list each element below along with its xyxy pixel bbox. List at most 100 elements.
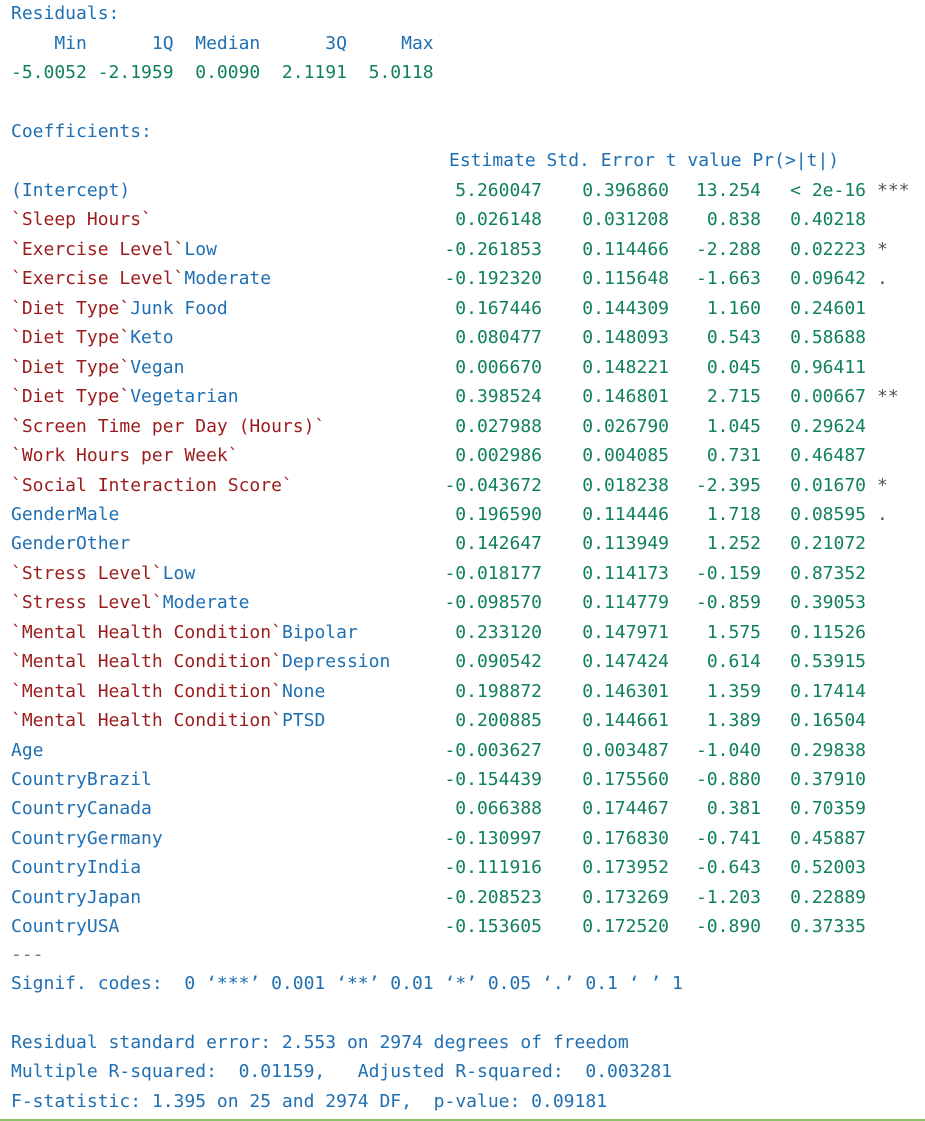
coefficient-std-error: 0.174467 bbox=[582, 798, 669, 819]
coefficient-t-value: 2.715 bbox=[706, 386, 761, 407]
coefficient-std-error: 0.144309 bbox=[582, 298, 669, 319]
coefficient-term: `Mental Health Condition`None bbox=[11, 681, 326, 702]
coefficient-t-value: -0.880 bbox=[695, 769, 761, 790]
coefficient-t-value: -0.859 bbox=[695, 592, 761, 613]
coefficient-estimate: 0.142647 bbox=[455, 533, 542, 554]
coefficient-p-value: 0.24601 bbox=[790, 298, 866, 319]
coefficient-p-value: 0.39053 bbox=[790, 592, 866, 613]
coefficient-estimate: 0.090542 bbox=[455, 651, 542, 672]
coefficient-t-value: -1.040 bbox=[695, 740, 761, 761]
coefficient-p-value: 0.22889 bbox=[790, 887, 866, 908]
coefficient-estimate: -0.208523 bbox=[444, 887, 542, 908]
coefficient-p-value: 0.17414 bbox=[790, 681, 866, 702]
coefficient-p-value: 0.08595 bbox=[790, 504, 866, 525]
coefficient-t-value: -0.643 bbox=[695, 857, 761, 878]
coefficient-p-value: 0.21072 bbox=[790, 533, 866, 554]
coefficient-t-value: 1.252 bbox=[706, 533, 761, 554]
coefficient-p-value: 0.29624 bbox=[790, 416, 866, 437]
coefficient-estimate: 0.167446 bbox=[455, 298, 542, 319]
coefficient-t-value: 0.838 bbox=[706, 209, 761, 230]
coefficient-p-value: < 2e-16 bbox=[790, 180, 866, 201]
coefficient-signif: *** bbox=[877, 180, 910, 201]
coefficient-t-value: 0.381 bbox=[706, 798, 761, 819]
coefficient-std-error: 0.003487 bbox=[582, 740, 669, 761]
coefficient-estimate: -0.130997 bbox=[444, 828, 542, 849]
coefficient-term: GenderMale bbox=[11, 504, 120, 525]
coefficient-t-value: 0.045 bbox=[706, 357, 761, 378]
coefficient-term: (Intercept) bbox=[11, 180, 131, 201]
coefficient-term: CountryUSA bbox=[11, 916, 120, 937]
coefficient-std-error: 0.396860 bbox=[582, 180, 669, 201]
coefficients-header: Estimate Std. Error t value Pr(>|t|) bbox=[449, 150, 840, 171]
coefficient-t-value: 0.614 bbox=[706, 651, 761, 672]
coefficient-estimate: -0.018177 bbox=[444, 563, 542, 584]
coefficient-signif: * bbox=[877, 239, 888, 260]
coefficient-term: `Diet Type`Vegetarian bbox=[11, 386, 239, 407]
coefficient-term: `Work Hours per Week` bbox=[11, 445, 239, 466]
coefficient-estimate: 0.196590 bbox=[455, 504, 542, 525]
coefficient-term: `Diet Type`Keto bbox=[11, 327, 174, 348]
coefficient-std-error: 0.113949 bbox=[582, 533, 669, 554]
coefficient-p-value: 0.37910 bbox=[790, 769, 866, 790]
coefficient-std-error: 0.146301 bbox=[582, 681, 669, 702]
coefficient-t-value: 1.045 bbox=[706, 416, 761, 437]
coefficient-estimate: 0.066388 bbox=[455, 798, 542, 819]
coefficient-term: `Diet Type`Vegan bbox=[11, 357, 185, 378]
coefficient-estimate: 0.398524 bbox=[455, 386, 542, 407]
coefficient-t-value: 1.575 bbox=[706, 622, 761, 643]
coefficient-term: Age bbox=[11, 740, 44, 761]
coefficient-p-value: 0.37335 bbox=[790, 916, 866, 937]
coefficient-estimate: 5.260047 bbox=[455, 180, 542, 201]
coefficient-term: CountryIndia bbox=[11, 857, 142, 878]
coefficient-p-value: 0.29838 bbox=[790, 740, 866, 761]
coefficient-std-error: 0.026790 bbox=[582, 416, 669, 437]
coefficient-term: `Stress Level`Low bbox=[11, 563, 196, 584]
coefficient-term: CountryJapan bbox=[11, 887, 142, 908]
coefficient-p-value: 0.96411 bbox=[790, 357, 866, 378]
coefficient-t-value: -0.890 bbox=[695, 916, 761, 937]
coefficient-std-error: 0.114173 bbox=[582, 563, 669, 584]
coefficient-p-value: 0.45887 bbox=[790, 828, 866, 849]
coefficient-t-value: -1.203 bbox=[695, 887, 761, 908]
coefficient-std-error: 0.148093 bbox=[582, 327, 669, 348]
coefficient-term: `Diet Type`Junk Food bbox=[11, 298, 228, 319]
coefficient-term: CountryBrazil bbox=[11, 769, 152, 790]
coefficient-signif: ** bbox=[877, 386, 899, 407]
coefficient-estimate: -0.043672 bbox=[444, 475, 542, 496]
coefficient-t-value: 1.160 bbox=[706, 298, 761, 319]
coefficient-t-value: -0.741 bbox=[695, 828, 761, 849]
coefficients-title: Coefficients: bbox=[11, 121, 152, 142]
signif-codes: Signif. codes: 0 ‘***’ 0.001 ‘**’ 0.01 ‘… bbox=[11, 973, 683, 994]
coefficient-p-value: 0.11526 bbox=[790, 622, 866, 643]
coefficient-t-value: 13.254 bbox=[695, 180, 761, 201]
residuals-title: Residuals: bbox=[11, 3, 120, 24]
coefficient-p-value: 0.52003 bbox=[790, 857, 866, 878]
coefficient-term: `Social Interaction Score` bbox=[11, 475, 293, 496]
coefficient-estimate: 0.006670 bbox=[455, 357, 542, 378]
coefficient-std-error: 0.176830 bbox=[582, 828, 669, 849]
coefficient-term: `Stress Level`Moderate bbox=[11, 592, 250, 613]
coefficient-p-value: 0.00667 bbox=[790, 386, 866, 407]
coefficient-term: `Mental Health Condition`PTSD bbox=[11, 710, 326, 731]
coefficient-p-value: 0.02223 bbox=[790, 239, 866, 260]
residuals-values: -5.0052 -2.1959 0.0090 2.1191 5.0118 bbox=[11, 62, 434, 83]
coefficient-p-value: 0.01670 bbox=[790, 475, 866, 496]
f-statistic: F-statistic: 1.395 on 25 and 2974 DF, p-… bbox=[11, 1091, 608, 1112]
coefficient-term: CountryCanada bbox=[11, 798, 152, 819]
coefficient-p-value: 0.40218 bbox=[790, 209, 866, 230]
coefficient-std-error: 0.147424 bbox=[582, 651, 669, 672]
coefficient-estimate: -0.261853 bbox=[444, 239, 542, 260]
coefficient-signif: . bbox=[877, 504, 888, 525]
coefficient-std-error: 0.115648 bbox=[582, 268, 669, 289]
coefficient-t-value: -2.288 bbox=[695, 239, 761, 260]
coefficient-term: GenderOther bbox=[11, 533, 131, 554]
coefficient-term: `Exercise Level`Moderate bbox=[11, 268, 272, 289]
coefficient-p-value: 0.46487 bbox=[790, 445, 866, 466]
residuals-header: Min 1Q Median 3Q Max bbox=[11, 33, 434, 54]
coefficient-term: CountryGermany bbox=[11, 828, 163, 849]
coefficient-std-error: 0.144661 bbox=[582, 710, 669, 731]
coefficient-term: `Exercise Level`Low bbox=[11, 239, 217, 260]
coefficient-term: `Mental Health Condition`Bipolar bbox=[11, 622, 358, 643]
coefficient-t-value: 1.389 bbox=[706, 710, 761, 731]
coefficient-estimate: -0.192320 bbox=[444, 268, 542, 289]
